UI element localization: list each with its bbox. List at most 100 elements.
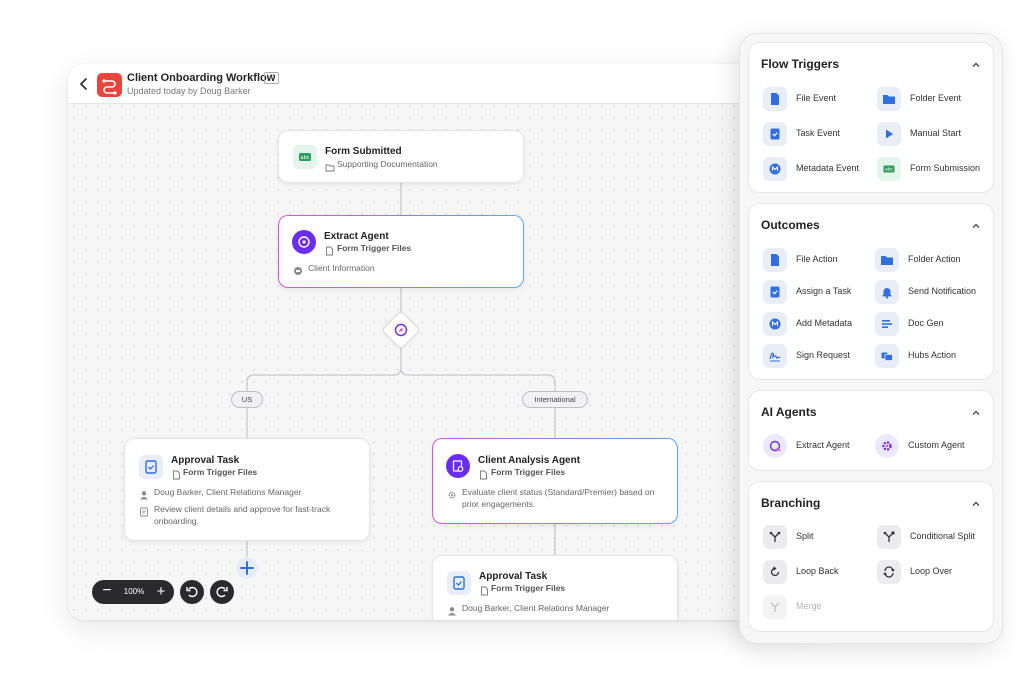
palette-item-extract-agent[interactable]: Extract Agent [763,433,873,459]
extract-agent-node[interactable]: Extract Agent Form Trigger Files Client … [278,215,524,288]
task-note: Review client details and approve for fa… [154,504,331,526]
node-title: Approval Task [171,455,240,466]
palette-item-form-submission[interactable]: abc Form Submission [877,156,987,182]
info-icon [293,263,303,281]
file-icon [763,248,787,272]
hubs-icon [875,344,899,368]
node-subtitle: Supporting Documentation [337,159,438,169]
node-subtitle: Form Trigger Files [491,583,566,593]
split-icon [763,525,787,549]
chevron-up-icon[interactable] [971,405,981,415]
loop-over-icon [877,560,901,584]
extract-agent-icon [292,230,316,254]
node-title: Form Submitted [325,146,402,157]
palette-item-sign-request[interactable]: Sign Request [763,343,873,369]
file-icon [479,467,488,485]
palette-item-task-event[interactable]: Task Event [763,121,873,147]
node-detail: Client Information [308,263,375,273]
palette-item-doc-gen[interactable]: Doc Gen [875,311,985,337]
user-icon [139,487,149,505]
gear-icon [447,487,457,505]
back-arrow-icon[interactable] [76,75,92,93]
chevron-up-icon[interactable] [971,218,981,228]
file-icon [325,243,334,261]
svg-text:abc: abc [301,155,310,161]
task-icon [447,571,471,595]
folder-icon [325,159,335,177]
workflow-header: Client Onboarding Workflow V1 Updated to… [68,64,828,104]
assignee-text: Doug Barker, Client Relations Manager [462,603,610,613]
palette-item-loop-over[interactable]: Loop Over [877,559,987,585]
zoom-level: 100% [123,587,145,596]
agent-note: Evaluate client status (Standard/Premier… [462,487,655,509]
undo-button[interactable] [180,580,204,604]
add-step-button[interactable] [236,557,258,579]
file-icon [763,87,787,111]
section-title: Flow Triggers [761,57,840,71]
palette-item-file-event[interactable]: File Event [763,86,873,112]
node-title: Client Analysis Agent [478,455,581,466]
assignee-text: Doug Barker, Client Relations Manager [154,487,302,497]
palette-item-assign-task[interactable]: Assign a Task [763,279,873,305]
palette-item-manual-start[interactable]: Manual Start [877,121,987,147]
form-submitted-node[interactable]: abc Form Submitted Supporting Documentat… [278,130,524,183]
client-analysis-icon [446,454,470,478]
doc-gen-icon [875,312,899,336]
zoom-controls: − 100% + [92,580,174,604]
palette-item-metadata-event[interactable]: Metadata Event [763,156,873,182]
signature-icon [763,344,787,368]
branch-label-us[interactable]: US [231,391,263,408]
palette-item-merge: Merge [763,594,873,620]
client-analysis-agent-node[interactable]: Client Analysis Agent Form Trigger Files… [432,438,678,524]
palette-item-folder-action[interactable]: Folder Action [875,247,985,273]
approval-task-node[interactable]: Approval Task Form Trigger Files Doug Ba… [124,438,370,541]
compass-icon [394,323,408,337]
palette-item-conditional-split[interactable]: Conditional Split [877,524,987,550]
node-subtitle: Form Trigger Files [491,467,566,477]
palette-item-split[interactable]: Split [763,524,873,550]
section-title: Branching [761,496,821,510]
play-icon [877,122,901,146]
palette-item-send-notification[interactable]: Send Notification [875,279,985,305]
task-icon [763,122,787,146]
flow-triggers-section: Flow Triggers File Event Folder Event Ta… [748,42,994,193]
workflow-canvas[interactable]: Client Onboarding Workflow V1 Updated to… [68,64,828,620]
task-icon [139,455,163,479]
zoom-in-button[interactable]: + [152,582,170,602]
svg-text:abc: abc [885,167,893,173]
chevron-up-icon[interactable] [971,496,981,506]
palette-item-loop-back[interactable]: Loop Back [763,559,873,585]
custom-agent-icon [875,434,899,458]
outcomes-section: Outcomes File Action Folder Action Assig… [748,203,994,380]
chevron-up-icon[interactable] [971,57,981,67]
redo-button[interactable] [210,580,234,604]
folder-icon [875,248,899,272]
loop-back-icon [763,560,787,584]
bell-icon [875,280,899,304]
palette-item-folder-event[interactable]: Folder Event [877,86,987,112]
merge-icon [763,595,787,619]
file-icon [480,583,489,601]
metadata-icon [763,312,787,336]
task-icon [763,280,787,304]
palette-item-add-metadata[interactable]: Add Metadata [763,311,873,337]
section-title: Outcomes [761,218,820,232]
zoom-out-button[interactable]: − [98,582,116,602]
metadata-icon [763,157,787,181]
file-icon [172,467,181,485]
palette-item-hubs-action[interactable]: Hubs Action [875,343,985,369]
section-title: AI Agents [761,405,817,419]
note-icon [139,504,149,522]
node-subtitle: Form Trigger Files [337,243,412,253]
branch-label-international[interactable]: International [522,391,588,408]
ai-agents-section: AI Agents Extract Agent Custom Agent [748,390,994,471]
branching-section: Branching Split Conditional Split Loop B… [748,481,994,632]
approval-task-node[interactable]: Approval Task Form Trigger Files Doug Ba… [432,555,678,620]
palette-item-file-action[interactable]: File Action [763,247,873,273]
user-icon [447,603,457,620]
workflow-subtitle: Updated today by Doug Barker [127,86,251,96]
extract-agent-icon [763,434,787,458]
node-palette-panel: Flow Triggers File Event Folder Event Ta… [739,33,1003,644]
version-badge: V1 [264,72,279,84]
palette-item-custom-agent[interactable]: Custom Agent [875,433,985,459]
